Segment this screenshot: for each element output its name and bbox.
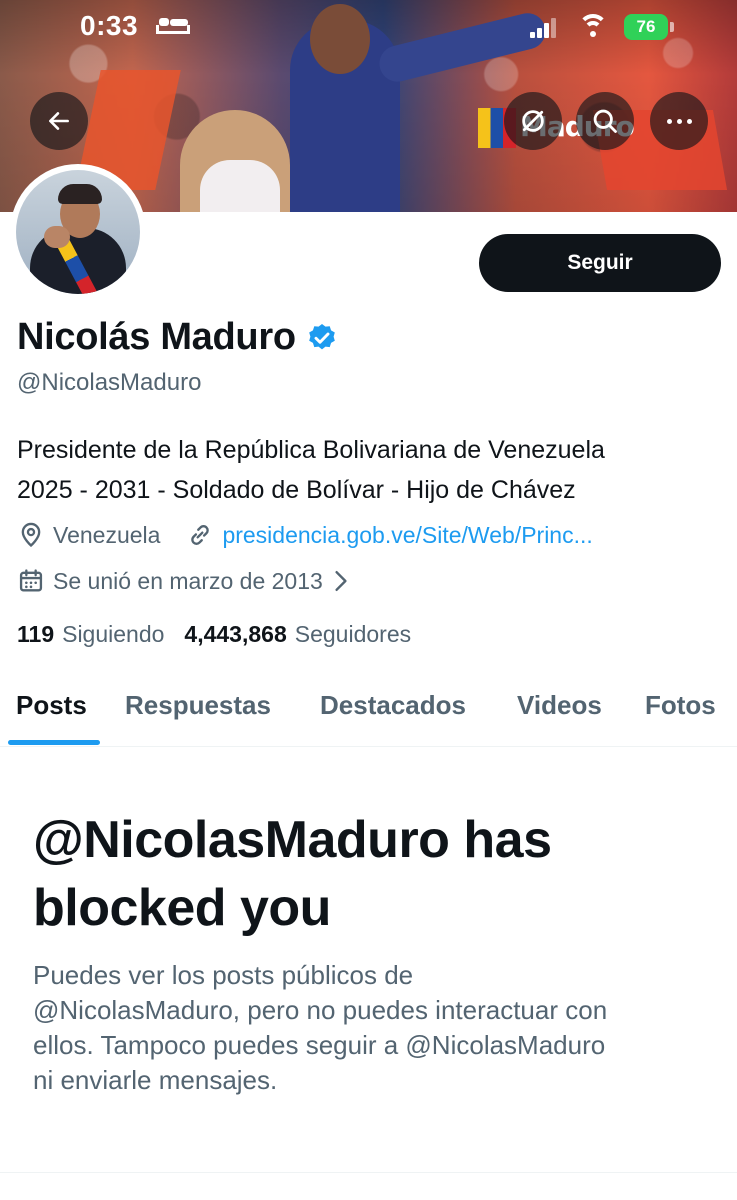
- calendar-icon: [19, 569, 43, 592]
- blocked-body-line: @NicolasMaduro, pero no puedes interactu…: [33, 995, 608, 1025]
- bio-line: Presidente de la República Bolivariana d…: [17, 436, 605, 464]
- profile-joined-row[interactable]: Se unió en marzo de 2013: [17, 567, 349, 595]
- battery-indicator: 76: [624, 14, 668, 40]
- location-pin-icon: [21, 522, 41, 548]
- active-tab-indicator: [8, 740, 100, 745]
- search-icon: [593, 109, 617, 133]
- followers-label: Seguidores: [294, 621, 412, 647]
- following-count: 119: [17, 621, 55, 647]
- blocked-body-line: ni enviarle mensajes.: [33, 1065, 278, 1095]
- profile-bio: Presidente de la República Bolivariana d…: [17, 430, 722, 510]
- chevron-right-icon: [335, 570, 347, 592]
- followers-link[interactable]: 4,443,868 Seguidores: [184, 621, 411, 648]
- status-bar: 0:33 76: [0, 0, 737, 54]
- profile-avatar[interactable]: [10, 164, 146, 300]
- profile-name-row: Nicolás Maduro: [17, 316, 338, 359]
- blocked-notice-body: Puedes ver los posts públicos de @Nicola…: [33, 958, 708, 1098]
- tab-fotos[interactable]: Fotos: [645, 690, 716, 721]
- tab-destacados[interactable]: Destacados: [320, 690, 466, 721]
- following-label: Siguiendo: [62, 621, 165, 647]
- profile-tabs: Posts Respuestas Destacados Videos Fotos: [0, 672, 737, 747]
- avatar-photo: [16, 170, 140, 294]
- tab-posts[interactable]: Posts: [16, 690, 87, 721]
- search-button[interactable]: [576, 92, 634, 150]
- link-icon: [191, 525, 210, 545]
- battery-tip: [670, 22, 674, 32]
- blocked-title-line: blocked you: [33, 879, 331, 937]
- profile-meta-location-row: Venezuela presidencia.gob.ve/Site/Web/Pr…: [17, 521, 593, 549]
- follow-button[interactable]: Seguir: [479, 234, 721, 292]
- following-link[interactable]: 119 Siguiendo: [17, 621, 164, 648]
- blocked-title-line: @NicolasMaduro has: [33, 811, 552, 869]
- more-options-button[interactable]: [650, 92, 708, 150]
- sleep-focus-icon: [156, 18, 190, 34]
- profile-location: Venezuela: [53, 521, 161, 548]
- profile-website-link[interactable]: presidencia.gob.ve/Site/Web/Princ...: [222, 522, 592, 549]
- status-time: 0:33: [80, 10, 139, 41]
- back-button[interactable]: [30, 92, 88, 150]
- profile-joined-date: Se unió en marzo de 2013: [53, 567, 323, 594]
- tab-respuestas[interactable]: Respuestas: [125, 690, 271, 721]
- wifi-icon: [578, 14, 608, 38]
- profile-name: Nicolás Maduro: [17, 316, 296, 358]
- blocked-body-line: Puedes ver los posts públicos de: [33, 960, 414, 990]
- blocked-notice-title: @NicolasMaduro has blocked you: [33, 806, 703, 942]
- blocked-body-line: ellos. Tampoco puedes seguir a @NicolasM…: [33, 1030, 606, 1060]
- bottom-divider: [0, 1172, 737, 1173]
- more-horizontal-icon: [666, 118, 692, 124]
- cellular-signal-icon: [530, 18, 558, 38]
- muted-indicator-button[interactable]: [504, 92, 562, 150]
- arrow-left-icon: [49, 112, 69, 130]
- verified-badge-icon[interactable]: [306, 322, 338, 354]
- tab-videos[interactable]: Videos: [517, 690, 602, 721]
- mute-icon: [522, 110, 544, 132]
- profile-counts: 119 Siguiendo 4,443,868 Seguidores: [17, 621, 411, 648]
- followers-count: 4,443,868: [184, 621, 287, 647]
- profile-handle: @NicolasMaduro: [17, 369, 202, 396]
- bio-line: 2025 - 2031 - Soldado de Bolívar - Hijo …: [17, 476, 576, 504]
- banner-person-shirt: [200, 160, 280, 212]
